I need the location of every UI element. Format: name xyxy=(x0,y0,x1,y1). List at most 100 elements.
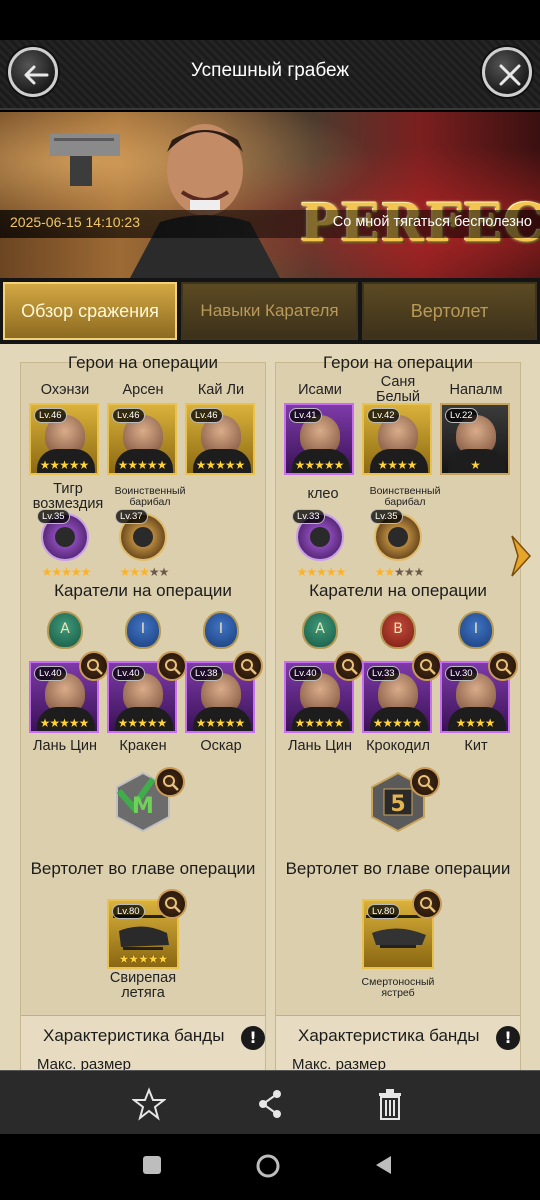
battle-slogan: Со мной тягаться бесполезно xyxy=(332,214,532,230)
punisher-stars: ★★★★★ xyxy=(195,716,246,730)
stats-title: Характеристика банды xyxy=(298,1026,480,1045)
punisher-stars: ★★★★★ xyxy=(117,716,168,730)
share-icon[interactable] xyxy=(253,1087,287,1121)
hero-name: Охэнзи xyxy=(40,382,90,398)
hero-card[interactable]: Lv.46 ★★★★★ xyxy=(29,403,99,475)
inspect-button[interactable] xyxy=(488,651,518,681)
hero-level: Lv.41 xyxy=(289,408,322,423)
hero-card[interactable]: Lv.41 ★★★★★ xyxy=(284,403,354,475)
stats-label: Макс. размер xyxy=(37,1056,131,1070)
hero-card[interactable]: Lv.22 ★ xyxy=(440,403,510,475)
helicopter-stars: ★★★★★ xyxy=(118,952,169,966)
inspect-button[interactable] xyxy=(233,651,263,681)
hero-card[interactable]: Lv.46 ★★★★★ xyxy=(107,403,177,475)
helicopter-level: Lv.80 xyxy=(112,904,145,919)
magnifier-icon xyxy=(496,659,512,675)
stars-on: ★★★★★ xyxy=(41,565,92,579)
hero-stars: ★★★★★ xyxy=(294,458,345,472)
punisher-stars: ★★★★★ xyxy=(39,716,90,730)
pet-stars: ★★★★★ xyxy=(31,565,101,579)
magnifier-icon xyxy=(241,659,257,675)
tab-punisher-skills[interactable]: Навыки Карателя xyxy=(181,282,358,340)
punisher-name: Крокодил xyxy=(366,738,430,754)
inspect-button[interactable] xyxy=(334,651,364,681)
tab-helicopter[interactable]: Вертолет xyxy=(362,282,537,340)
square-icon[interactable] xyxy=(141,1154,163,1176)
emblem-number: 5 xyxy=(390,792,405,817)
magnifier-icon xyxy=(165,897,181,913)
page-title: Успешный грабеж xyxy=(190,60,350,81)
punisher-name: Лань Цин xyxy=(32,738,97,754)
magnifier-icon xyxy=(418,775,434,791)
stars-on: ★★ xyxy=(374,565,395,579)
class-badge: I xyxy=(125,611,161,649)
chevron-right-icon[interactable] xyxy=(508,534,532,578)
punisher-name: Кракен xyxy=(119,738,167,754)
punisher-stars: ★★★★ xyxy=(455,716,495,730)
pet-level: Lv.33 xyxy=(292,509,325,524)
inspect-button[interactable] xyxy=(157,889,187,919)
class-letter: I xyxy=(218,621,224,637)
tab-battle-overview[interactable]: Обзор сражения xyxy=(3,282,177,340)
battle-overview-panel: Герои на операции Охэнзи Арсен Кай Ли Lv… xyxy=(0,344,540,1070)
hero-stars: ★ xyxy=(470,458,481,472)
system-navbar xyxy=(0,1134,540,1200)
punisher-level: Lv.30 xyxy=(445,666,478,681)
trash-icon[interactable] xyxy=(373,1087,407,1121)
pet-name: Воинственный барибал xyxy=(114,485,186,508)
info-icon[interactable]: ! xyxy=(241,1026,265,1050)
stars-off: ★★★ xyxy=(394,565,424,579)
pet-badge[interactable]: Lv.35 xyxy=(37,509,89,561)
pet-badge[interactable]: Lv.37 xyxy=(115,509,167,561)
hero-level: Lv.46 xyxy=(112,408,145,423)
class-letter: A xyxy=(60,621,70,637)
magnifier-icon xyxy=(87,659,103,675)
inspect-button[interactable] xyxy=(410,767,440,797)
inspect-button[interactable] xyxy=(412,889,442,919)
pet-icon xyxy=(310,527,330,547)
magnifier-icon xyxy=(342,659,358,675)
attacker-column: Герои на операции Охэнзи Арсен Кай Ли Lv… xyxy=(20,353,266,1070)
hero-card[interactable]: Lv.42 ★★★★ xyxy=(362,403,432,475)
stats-label: Макс. размер xyxy=(292,1056,386,1070)
punisher-level: Lv.33 xyxy=(367,666,400,681)
inspect-button[interactable] xyxy=(157,651,187,681)
magnifier-icon xyxy=(163,775,179,791)
punishers-heading: Каратели на операции xyxy=(309,581,487,600)
heroes-heading: Герои на операции xyxy=(323,353,473,372)
class-letter: I xyxy=(473,621,479,637)
hero-stars: ★★★★★ xyxy=(39,458,90,472)
magnifier-icon xyxy=(165,659,181,675)
status-bar xyxy=(0,0,540,40)
pet-badge[interactable]: Lv.33 xyxy=(292,509,344,561)
hero-name: Напалм xyxy=(449,382,503,398)
helicopter-heading: Вертолет во главе операции xyxy=(30,859,256,878)
info-icon[interactable]: ! xyxy=(496,1026,520,1050)
hero-name: Кай Ли xyxy=(197,382,245,398)
star-icon[interactable] xyxy=(132,1087,166,1121)
inspect-button[interactable] xyxy=(412,651,442,681)
pet-badge[interactable]: Lv.35 xyxy=(370,509,422,561)
gang-stats: Характеристика банды ! Макс. размер xyxy=(21,1015,265,1070)
punisher-stars: ★★★★★ xyxy=(372,716,423,730)
helicopter-level: Lv.80 xyxy=(367,904,400,919)
hero-stars: ★★★★★ xyxy=(117,458,168,472)
punisher-level: Lv.40 xyxy=(289,666,322,681)
triangle-back-icon[interactable] xyxy=(373,1154,395,1176)
punisher-level: Lv.40 xyxy=(112,666,145,681)
inspect-button[interactable] xyxy=(79,651,109,681)
header: Успешный грабеж xyxy=(0,40,540,110)
pet-level: Lv.37 xyxy=(115,509,148,524)
stats-title: Характеристика банды xyxy=(43,1026,225,1045)
magnifier-icon xyxy=(420,897,436,913)
heroes-heading: Герои на операции xyxy=(68,353,218,372)
inspect-button[interactable] xyxy=(155,767,185,797)
class-badge: I xyxy=(458,611,494,649)
close-button[interactable] xyxy=(482,47,532,97)
helicopter-name: Смертоносный ястреб xyxy=(361,976,435,999)
pet-name: Тигр возмездия xyxy=(32,481,104,512)
emblem-letter: M xyxy=(132,794,154,819)
circle-icon[interactable] xyxy=(255,1153,281,1179)
class-badge: A xyxy=(47,611,83,649)
hero-card[interactable]: Lv.46 ★★★★★ xyxy=(185,403,255,475)
